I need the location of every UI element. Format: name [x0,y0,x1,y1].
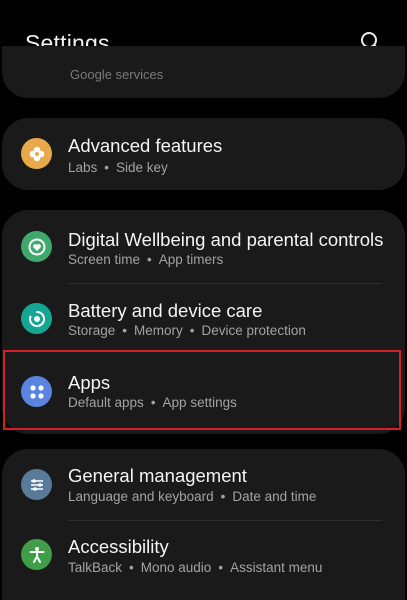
settings-item-battery[interactable]: Battery and device care Storage • Memory • D… [2,284,405,356]
item-title: Battery and device care [68,300,263,321]
partial-item-subtitle[interactable]: Google services [70,67,163,82]
settings-item-digital-wellbeing[interactable]: Digital Wellbeing and parental controls … [2,210,405,282]
settings-item-general-management[interactable]: General management Language and keyboard… [2,449,405,521]
item-subtitle: TalkBack • Mono audio • Assistant menu [68,560,323,575]
settings-card-advanced: Advanced features Labs • Side key [2,118,405,190]
item-subtitle: Language and keyboard • Date and time [68,489,317,504]
item-title: Advanced features [68,135,223,156]
settings-item-advanced-features[interactable]: Advanced features Labs • Side key [2,118,405,190]
device-care-icon [21,303,52,334]
item-subtitle: Storage • Memory • Device protection [68,323,306,338]
accessibility-icon [21,539,52,570]
settings-card-general: General management Language and keyboard… [2,449,405,600]
settings-item-accessibility[interactable]: Accessibility TalkBack • Mono audio • Assist… [2,523,405,595]
highlight-box [3,350,401,430]
item-subtitle: Screen time • App timers [68,252,224,267]
item-title: Accessibility [68,536,169,557]
plus-flower-icon [21,138,52,169]
divider [68,520,382,521]
sliders-icon [21,469,52,500]
item-subtitle: Labs • Side key [68,160,168,175]
item-title: Digital Wellbeing and parental controls [68,229,384,250]
item-title: General management [68,465,247,486]
settings-card-partial: Google services [2,46,405,98]
heart-ring-icon [21,231,52,262]
